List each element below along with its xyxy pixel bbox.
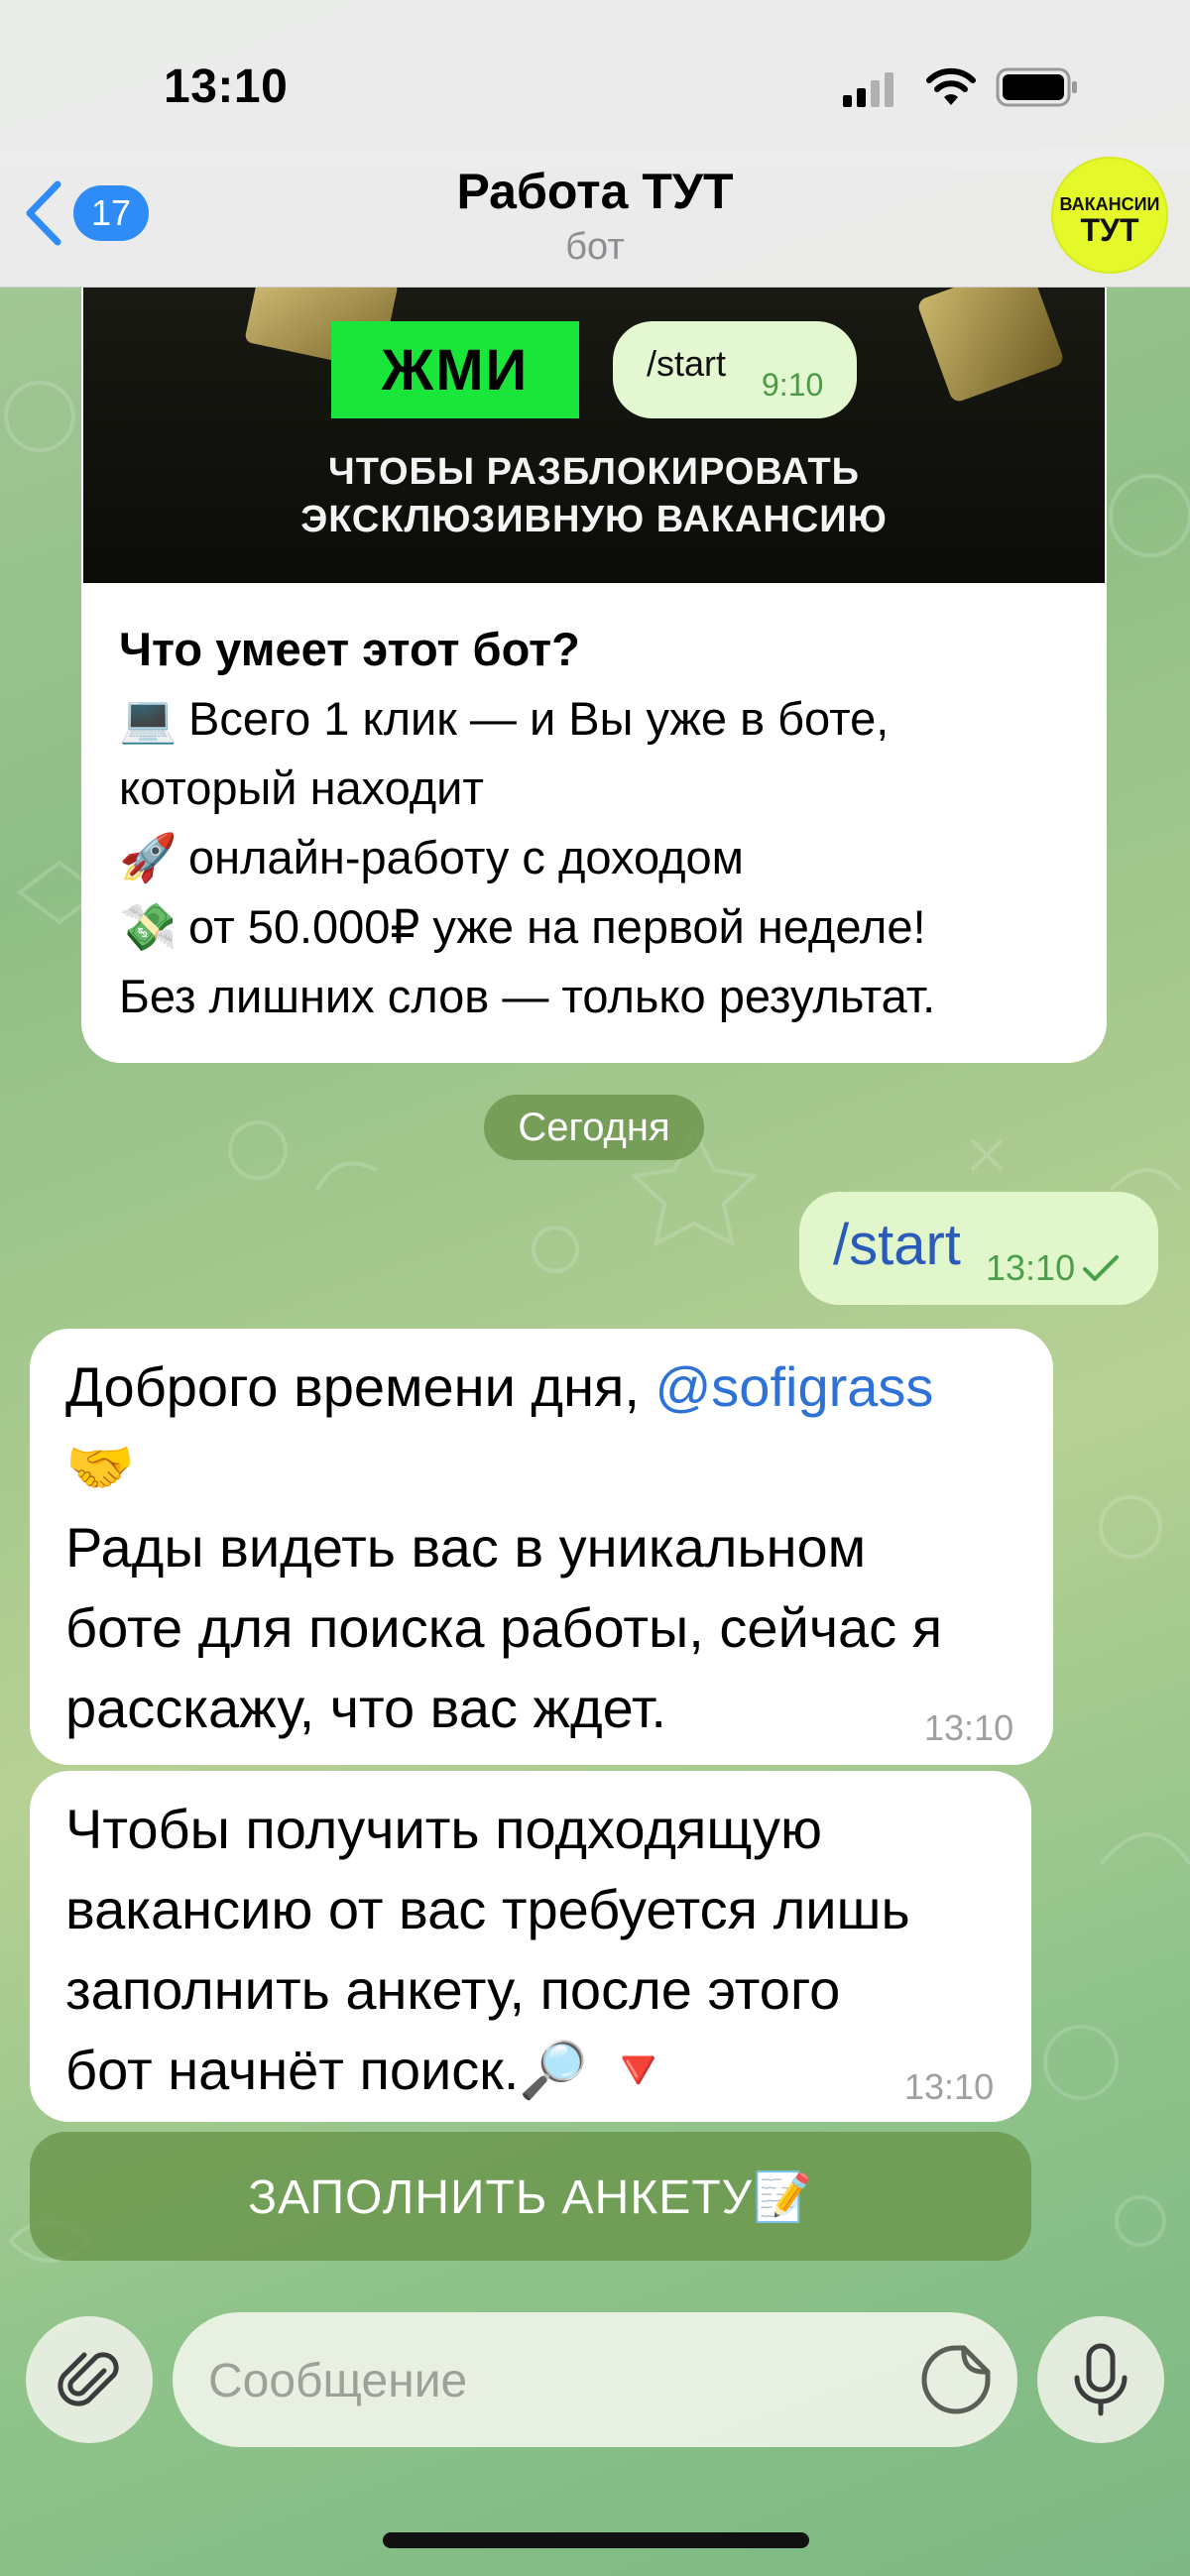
bot-promo-image: ЖМИ /start 9:10 ЧТОБЫ РАЗБЛОКИРОВАТЬ ЭКС…	[83, 288, 1105, 583]
outgoing-message-text: /start	[833, 1213, 961, 1277]
bot-description-text: Что умеет этот бот? 💻 Всего 1 клик — и Вы…	[119, 615, 1091, 1031]
description-line: Всего 1 клик — и Вы уже в боте,	[188, 692, 890, 745]
promo-start-bubble: /start 9:10	[613, 321, 857, 418]
battery-icon	[996, 67, 1077, 107]
handshake-emoji: 🤝	[65, 1436, 135, 1498]
description-line: онлайн-работу с доходом	[188, 831, 744, 883]
message-input[interactable]	[208, 2346, 843, 2415]
bot-avatar[interactable]: ВАКАНСИИ ТУТ	[1051, 157, 1168, 274]
promo-bubble-text: /start	[647, 343, 727, 384]
message-input-container	[173, 2312, 1017, 2447]
read-check-icon	[1083, 1255, 1120, 1281]
outgoing-message-time: 13:10	[986, 1247, 1076, 1288]
message-line: бот начнёт поиск.🔎 🔻	[65, 2039, 673, 2101]
description-line: который находит	[119, 761, 484, 814]
incoming-message[interactable]: Чтобы получить подходящую вакансию от ва…	[30, 1771, 1031, 2122]
home-indicator	[383, 2532, 809, 2548]
incoming-message-text: Чтобы получить подходящую вакансию от ва…	[65, 1789, 910, 2110]
promo-caption-line1: ЧТОБЫ РАЗБЛОКИРОВАТЬ	[328, 451, 860, 493]
status-bar: 13:10	[0, 0, 1190, 169]
chat-subtitle: бот	[565, 226, 625, 268]
message-line: Чтобы получить подходящую	[65, 1798, 823, 1860]
cellular-signal-icon	[843, 72, 893, 107]
message-line: боте для поиска работы, сейчас я	[65, 1596, 943, 1659]
paperclip-icon	[58, 2352, 119, 2406]
fill-form-button[interactable]: ЗАПОЛНИТЬ АНКЕТУ📝	[30, 2132, 1031, 2261]
description-line: Без лишних слов — только результат.	[119, 970, 936, 1022]
voice-record-button[interactable]	[1037, 2316, 1164, 2443]
message-line: вакансию от вас требуется лишь	[65, 1878, 910, 1940]
promo-bubble-time: 9:10	[762, 367, 824, 403]
attach-button[interactable]	[26, 2316, 153, 2443]
rocket-emoji: 🚀	[119, 831, 178, 883]
promo-press-label: ЖМИ	[331, 321, 579, 418]
chat-header: 17 Работа ТУТ бот ВАКАНСИИ ТУТ	[0, 149, 1190, 288]
status-time: 13:10	[164, 60, 289, 113]
avatar-logo-line2: ТУТ	[1080, 212, 1139, 248]
microphone-icon	[1074, 2343, 1128, 2416]
money-emoji: 💸	[119, 900, 178, 953]
promo-caption-line2: ЭКСКЛЮЗИВНУЮ ВАКАНСИЮ	[300, 499, 888, 540]
message-line: заполнить анкету, после этого	[65, 1958, 841, 2021]
wifi-icon	[926, 67, 976, 105]
incoming-message[interactable]: Доброго времени дня, @sofigrass 🤝 Рады в…	[30, 1329, 1053, 1765]
laptop-emoji: 💻	[119, 692, 178, 745]
user-mention-link[interactable]: @sofigrass	[654, 1355, 933, 1418]
outgoing-message-meta: 13:10	[986, 1247, 1121, 1289]
message-line: расскажу, что вас ждет.	[65, 1677, 666, 1739]
message-time: 13:10	[904, 2066, 995, 2107]
message-line: Рады видеть вас в уникальном	[65, 1516, 867, 1579]
greeting-text: Доброго времени дня,	[65, 1355, 655, 1418]
bot-description-title: Что умеет этот бот?	[119, 623, 580, 675]
chat-title[interactable]: Работа ТУТ	[0, 163, 1190, 220]
message-time: 13:10	[924, 1707, 1014, 1748]
outgoing-message[interactable]: /start 13:10	[799, 1192, 1158, 1305]
date-separator: Сегодня	[484, 1095, 704, 1160]
bot-description-card: ЖМИ /start 9:10 ЧТОБЫ РАЗБЛОКИРОВАТЬ ЭКС…	[81, 288, 1107, 1063]
description-line: от 50.000₽ уже на первой неделе!	[188, 900, 926, 953]
incoming-message-text: Доброго времени дня, @sofigrass 🤝 Рады в…	[65, 1347, 942, 1748]
sticker-icon[interactable]	[918, 2342, 994, 2417]
